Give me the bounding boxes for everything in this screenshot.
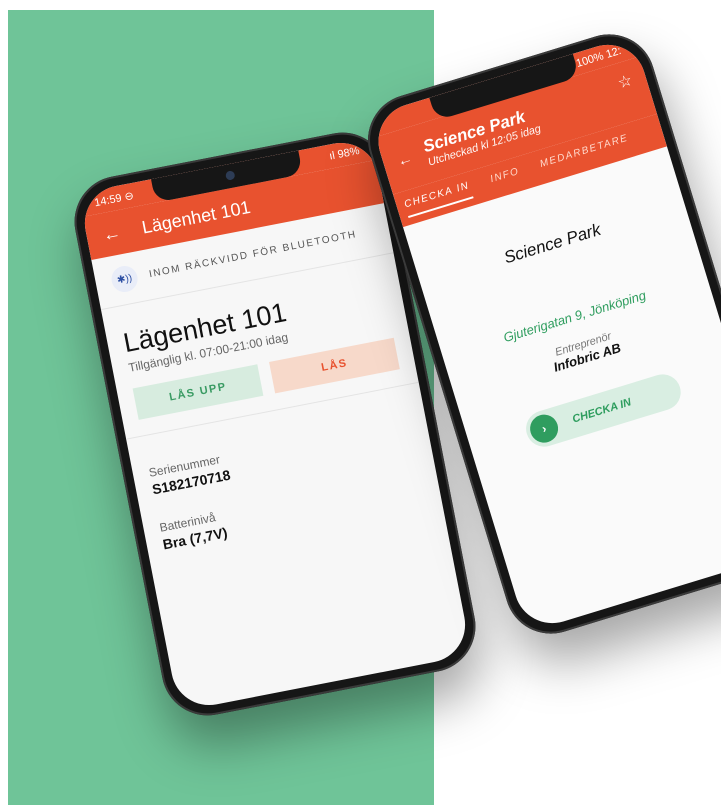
alarm-icon: ⊖ — [123, 189, 135, 203]
back-arrow-icon[interactable]: ← — [395, 149, 414, 170]
signal-icon: ıl — [328, 149, 336, 163]
camera — [224, 170, 236, 181]
back-arrow-icon[interactable]: ← — [101, 222, 123, 246]
status-time: 14:59 — [93, 191, 123, 209]
tab-info[interactable]: INFO — [489, 165, 523, 190]
chevron-right-icon[interactable]: › — [526, 411, 562, 447]
checkin-label: CHECKA IN — [571, 396, 633, 426]
status-time: 12: — [604, 44, 623, 61]
battery-level: 100% — [574, 50, 606, 70]
bluetooth-icon: ✱)) — [109, 263, 140, 295]
battery-level: 98% — [336, 144, 361, 161]
